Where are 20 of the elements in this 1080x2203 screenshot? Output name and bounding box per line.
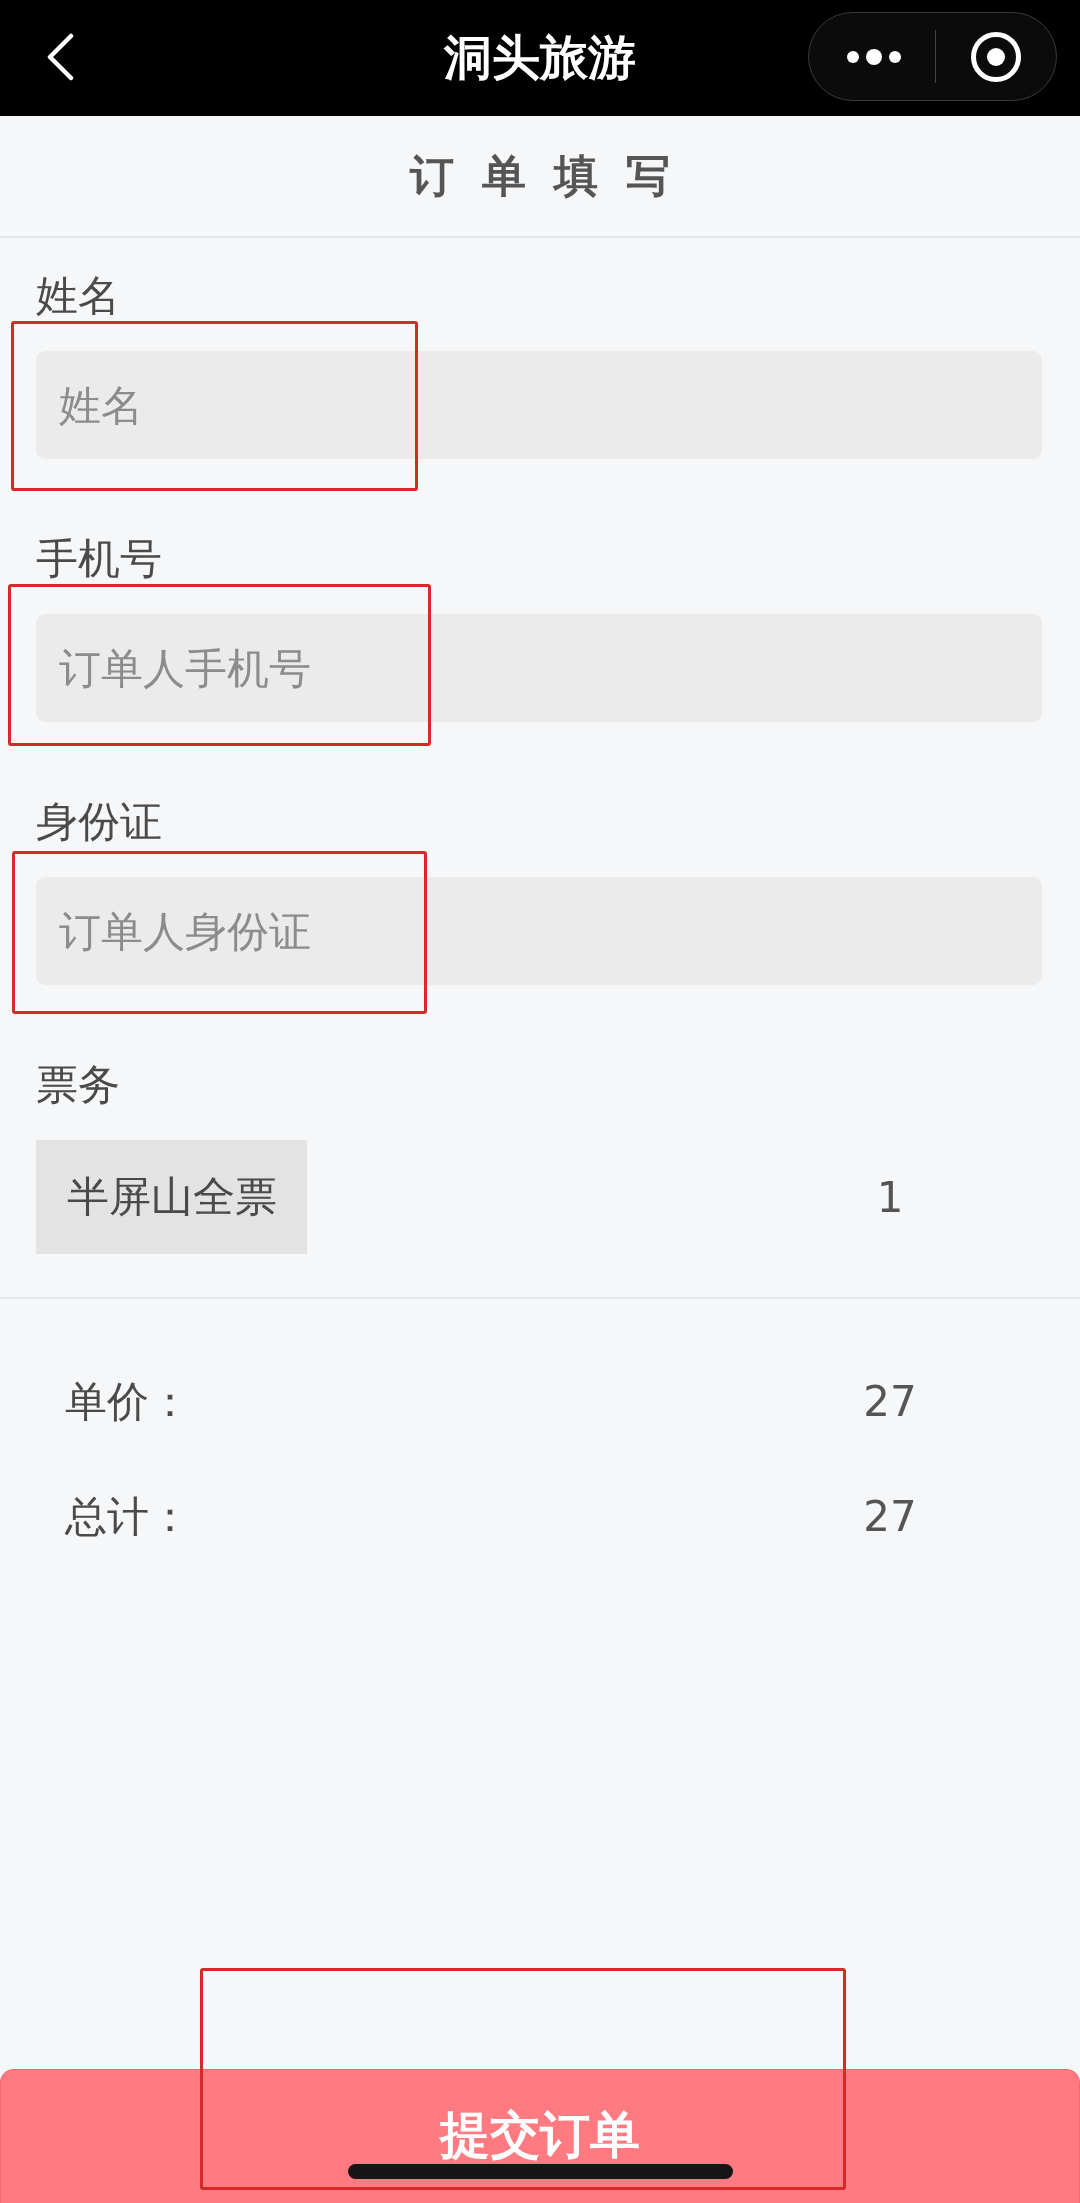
back-chevron-icon [46, 32, 74, 81]
summary-label: 单价： [65, 1375, 191, 1428]
page-title: 订单填写 [408, 149, 698, 203]
target-circle-icon [970, 30, 1022, 83]
summary-label: 总计： [65, 1490, 191, 1543]
close-button[interactable] [970, 30, 1022, 83]
summary-value: 27 [862, 1492, 918, 1541]
nav-title: 洞头旅游 [444, 27, 636, 87]
input-field[interactable]: 订单人手机号 [36, 614, 1042, 722]
field-label: 姓名 [36, 274, 120, 318]
field-label: 票务 [36, 1063, 120, 1107]
input-field[interactable]: 订单人身份证 [36, 877, 1042, 985]
more-button[interactable] [847, 48, 901, 65]
summary-value: 27 [862, 1377, 918, 1426]
ticket-chip[interactable]: 半屏山全票 [36, 1140, 307, 1254]
ticket-count: 1 [875, 1172, 905, 1222]
field-label: 身份证 [36, 800, 162, 844]
field-label: 手机号 [36, 537, 162, 581]
input-field[interactable]: 姓名 [36, 351, 1042, 459]
more-dots-icon [847, 48, 901, 65]
